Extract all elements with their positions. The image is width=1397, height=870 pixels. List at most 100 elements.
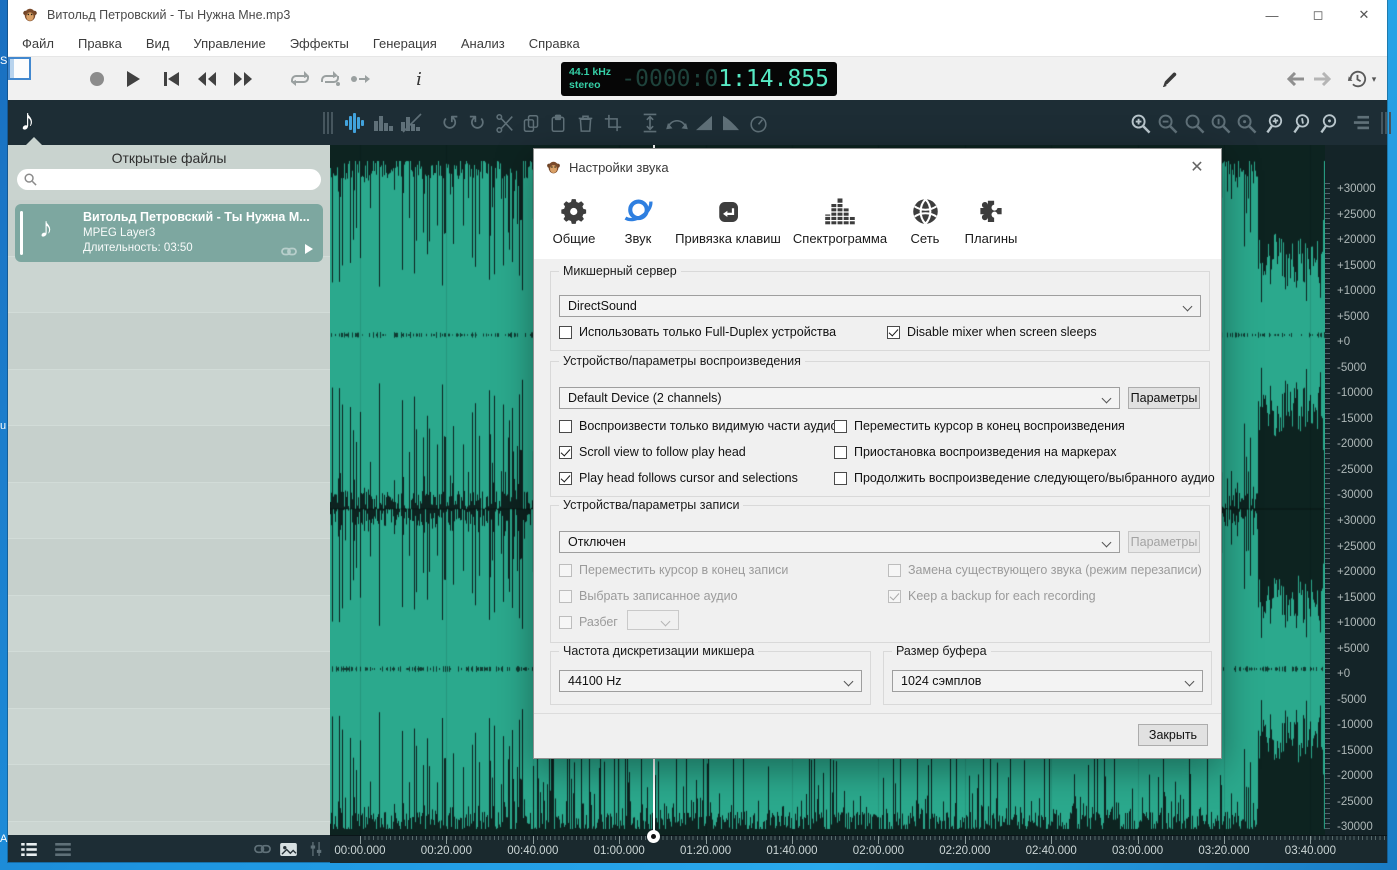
checkbox-pause-on-markers[interactable]: Приостановка воспроизведения на маркерах	[834, 445, 1117, 459]
maximize-button[interactable]: ◻	[1295, 0, 1341, 30]
loop-playback-icon[interactable]	[287, 66, 313, 92]
search-icon	[24, 173, 37, 186]
mixer-faders-icon[interactable]	[306, 839, 326, 859]
mixer-server-select[interactable]: DirectSound	[559, 295, 1201, 317]
amplitude-tick-label: -20000	[1337, 438, 1373, 450]
tab-key-bindings[interactable]: Привязка клавиш	[668, 191, 788, 246]
checkbox-continue-next-audio[interactable]: Продолжить воспроизведение следующего/вы…	[834, 471, 1215, 485]
sample-rate-select[interactable]: 44100 Hz	[559, 670, 862, 692]
file-play-icon[interactable]	[305, 244, 313, 254]
nav-forward-button[interactable]	[1309, 66, 1335, 92]
recording-device-select[interactable]: Отключен	[559, 531, 1120, 553]
amplitude-tick-label: -15000	[1337, 413, 1373, 425]
zoom-selection-icon[interactable]	[1234, 111, 1258, 135]
tab-label: Плагины	[965, 231, 1018, 246]
window-titlebar[interactable]: Витольд Петровский - Ты Нужна Мне.mp3 — …	[8, 0, 1387, 30]
amplify-icon[interactable]	[638, 111, 662, 135]
dialog-close-action-button[interactable]: Закрыть	[1138, 724, 1208, 746]
trim-icon[interactable]	[601, 111, 625, 135]
reverse-icon[interactable]	[665, 111, 689, 135]
menu-effects[interactable]: Эффекты	[290, 36, 349, 51]
link-files-icon[interactable]	[252, 839, 272, 859]
undo-icon[interactable]: ↺	[438, 111, 462, 135]
amplitude-tick-label: +30000	[1337, 515, 1376, 527]
cut-icon[interactable]	[492, 111, 516, 135]
thumbnail-view-icon[interactable]	[278, 839, 298, 859]
active-tab-notch	[26, 137, 42, 145]
waveform-view-icon[interactable]	[344, 111, 368, 135]
vertical-zoom-in-icon[interactable]	[1262, 111, 1286, 135]
checkbox-full-duplex[interactable]: Использовать только Full-Duplex устройст…	[559, 325, 836, 339]
file-list-item[interactable]: ♪ Витольд Петровский - Ты Нужна М... MPE…	[15, 204, 323, 262]
checkbox-label: Переместить курсор в конец воспроизведен…	[854, 419, 1125, 433]
checkbox-playhead-follows[interactable]: Play head follows cursor and selections	[559, 471, 798, 485]
play-from-cursor-icon[interactable]	[347, 66, 373, 92]
minimize-button[interactable]: —	[1249, 0, 1295, 30]
playback-params-button[interactable]: Параметры	[1128, 387, 1200, 409]
vertical-zoom-out-icon[interactable]	[1289, 111, 1313, 135]
close-button[interactable]: ✕	[1341, 0, 1387, 30]
time-display: 44.1 kHz stereo -0000:01:14.855	[561, 62, 837, 96]
spectrum-view-icon[interactable]	[372, 111, 396, 135]
buffer-size-select[interactable]: 1024 сэмплов	[892, 670, 1203, 692]
vertical-zoom-reset-icon[interactable]	[1316, 111, 1340, 135]
menu-file[interactable]: Файл	[22, 36, 54, 51]
timeline-major-tick	[706, 836, 707, 844]
loop-selection-icon[interactable]	[317, 66, 343, 92]
history-caret-icon[interactable]: ▾	[1361, 66, 1387, 92]
file-loop-icon[interactable]	[281, 247, 297, 256]
fade-in-icon[interactable]	[692, 111, 716, 135]
fade-out-icon[interactable]	[719, 111, 743, 135]
toolbar-drag-handle[interactable]	[316, 111, 340, 135]
checkbox-play-visible-only[interactable]: Воспроизвести только видимую части аудио	[559, 419, 837, 433]
file-search-input[interactable]	[17, 169, 321, 190]
fast-forward-button[interactable]	[230, 66, 256, 92]
record-button[interactable]	[84, 66, 110, 92]
open-files-tab-note-icon[interactable]: ♪	[20, 104, 35, 138]
checkbox-box	[888, 564, 901, 577]
skip-to-start-button[interactable]	[158, 66, 184, 92]
amplitude-scale[interactable]: +30000+25000+20000+15000+10000+5000+0-50…	[1325, 145, 1387, 835]
play-button[interactable]	[120, 66, 146, 92]
rewind-button[interactable]	[194, 66, 220, 92]
tab-plugins[interactable]: Плагины	[931, 191, 1051, 246]
paste-icon[interactable]	[546, 111, 570, 135]
toolbar-drag-handle[interactable]	[1374, 111, 1397, 135]
playback-device-select[interactable]: Default Device (2 channels)	[559, 387, 1120, 409]
normalize-icon[interactable]	[746, 111, 770, 135]
sample-rate-readout: 44.1 kHz stereo	[569, 66, 611, 92]
playhead-marker[interactable]	[647, 830, 660, 843]
compact-list-view-icon[interactable]	[53, 839, 73, 859]
menu-generation[interactable]: Генерация	[373, 36, 437, 51]
spectrogram-off-icon[interactable]	[400, 111, 424, 135]
checkbox-disable-mixer[interactable]: Disable mixer when screen sleeps	[887, 325, 1097, 339]
pen-edit-icon[interactable]	[1156, 66, 1182, 92]
menu-edit[interactable]: Правка	[78, 36, 122, 51]
dialog-titlebar[interactable]: Настройки звука ✕	[534, 149, 1221, 185]
redo-icon[interactable]: ↻	[465, 111, 489, 135]
checkbox-box	[834, 472, 847, 485]
zoom-in-icon[interactable]	[1128, 111, 1152, 135]
selection-tool-button[interactable]	[8, 57, 31, 80]
delete-icon[interactable]	[573, 111, 597, 135]
detailed-list-view-icon[interactable]	[19, 839, 39, 859]
menu-help[interactable]: Справка	[529, 36, 580, 51]
file-item-title: Витольд Петровский - Ты Нужна М...	[83, 210, 310, 224]
puzzle-icon	[976, 191, 1006, 227]
menu-control[interactable]: Управление	[193, 36, 265, 51]
menu-view[interactable]: Вид	[146, 36, 170, 51]
zoom-one-to-one-icon[interactable]	[1208, 111, 1232, 135]
timeline[interactable]: 00:00.00000:20.00000:40.00001:00.00001:2…	[330, 835, 1387, 863]
window-title: Витольд Петровский - Ты Нужна Мне.mp3	[47, 8, 290, 22]
dialog-close-button[interactable]: ✕	[1187, 157, 1207, 177]
checkbox-cursor-to-end-playback[interactable]: Переместить курсор в конец воспроизведен…	[834, 419, 1125, 433]
effects-list-icon[interactable]	[1349, 111, 1373, 135]
nav-back-button[interactable]	[1283, 66, 1309, 92]
zoom-fit-icon[interactable]	[1182, 111, 1206, 135]
checkbox-scroll-follow[interactable]: Scroll view to follow play head	[559, 445, 746, 459]
zoom-out-icon[interactable]	[1155, 111, 1179, 135]
info-button[interactable]: i	[406, 66, 432, 92]
menu-analysis[interactable]: Анализ	[461, 36, 505, 51]
amplitude-tick-label: +25000	[1337, 209, 1376, 221]
copy-icon[interactable]	[519, 111, 543, 135]
